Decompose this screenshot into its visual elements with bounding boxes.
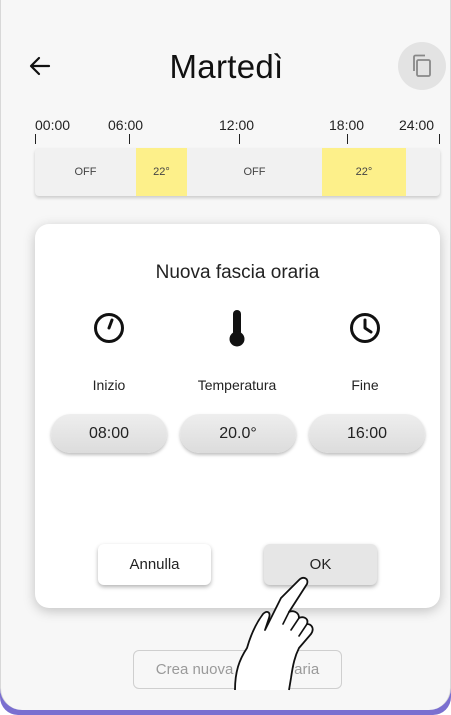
end-time-button[interactable]: 16:00 [309,414,425,453]
schedule-segment[interactable]: 22° [136,148,187,196]
temperature-label: Temperatura [197,377,277,393]
page-title: Martedì [169,48,284,85]
new-time-slot-dialog: Nuova fascia oraria Inizio Temperatura F… [35,224,440,608]
create-time-slot-button[interactable]: Crea nuova fascia oraria [133,650,342,689]
timeline-tick [439,134,440,144]
dialog-title: Nuova fascia oraria [155,262,320,283]
timeline-tick [35,134,36,144]
ok-button[interactable]: OK [264,544,377,585]
schedule-segment[interactable]: 22° [322,148,406,196]
copy-icon [413,54,431,77]
schedule-segment[interactable]: OFF [187,148,322,196]
timeline-label: 12:00 [219,117,255,133]
app-screen: Martedì 00:00 06:00 12:00 18:00 24:00 OF… [0,0,451,710]
copy-button[interactable] [398,42,446,90]
timeline-tick [129,134,130,144]
schedule-bar[interactable]: OFF 22° OFF 22° [35,148,440,196]
timeline-label: 06:00 [108,117,144,133]
start-label: Inizio [92,377,126,393]
start-time-button[interactable]: 08:00 [51,414,167,453]
timeline-label: 00:00 [35,117,71,133]
thermometer-icon [229,310,245,347]
clock-start-icon [94,313,124,343]
timeline-tick [239,134,240,144]
timeline-tick [347,134,348,144]
schedule-segment[interactable]: OFF [35,148,136,196]
timeline-label: 18:00 [329,117,365,133]
cancel-button[interactable]: Annulla [98,544,211,585]
end-label: Fine [351,377,379,393]
clock-end-icon [350,313,380,343]
schedule-segment[interactable] [406,148,440,196]
end-column: Fine [295,308,435,393]
temperature-button[interactable]: 20.0° [180,414,296,453]
timeline-label: 24:00 [399,117,435,133]
start-column: Inizio [39,308,179,393]
temperature-column: Temperatura [167,308,307,393]
timeline-labels: 00:00 06:00 12:00 18:00 24:00 [1,117,451,147]
